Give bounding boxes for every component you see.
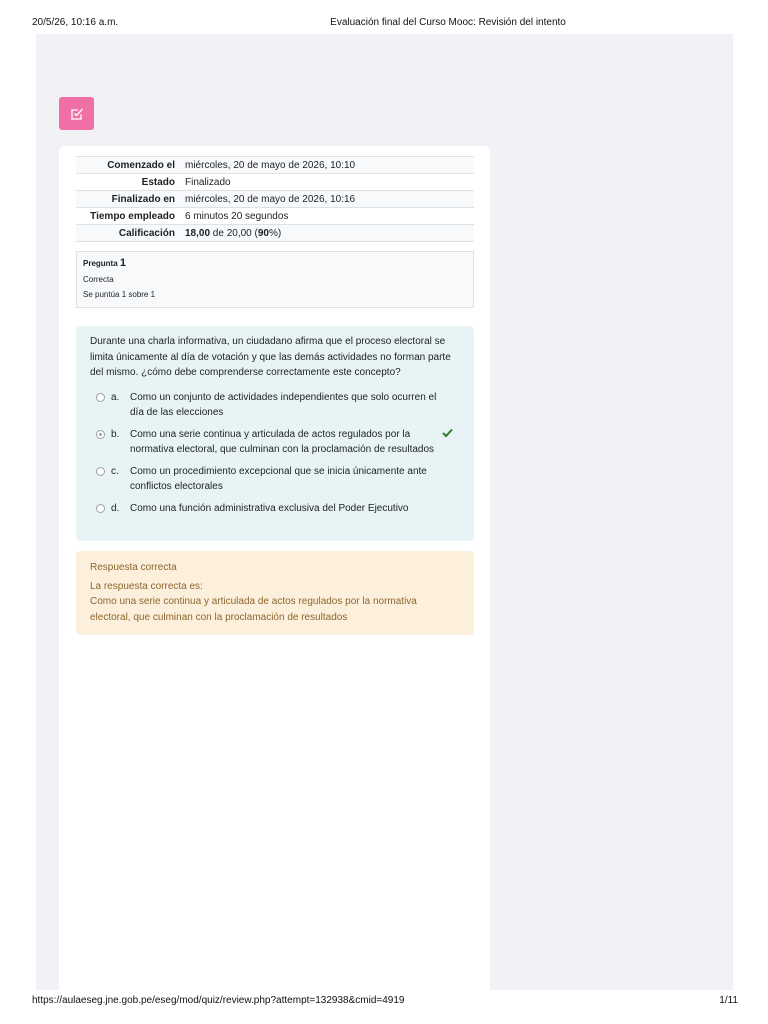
radio-button[interactable] <box>96 392 105 402</box>
radio-button[interactable] <box>96 503 105 513</box>
print-url: https://aulaeseg.jne.gob.pe/eseg/mod/qui… <box>32 995 405 1006</box>
grade-suffix: %) <box>268 227 282 239</box>
print-title: Evaluación final del Curso Mooc: Revisió… <box>330 17 566 28</box>
question-label: Pregunta <box>83 259 118 268</box>
summary-label: Estado <box>141 176 175 188</box>
answer-option-b: b. Como una serie continua y articulada … <box>90 427 460 458</box>
grade-percent: 90 <box>257 227 269 239</box>
question-text: Durante una charla informativa, un ciuda… <box>90 336 451 378</box>
answer-letter: a. <box>111 391 120 403</box>
answer-option-d: d. Como una función administrativa exclu… <box>90 501 460 517</box>
question-number: 1 <box>119 257 127 269</box>
question-info: Pregunta 1 Correcta Se puntúa 1 sobre 1 <box>76 251 474 308</box>
summary-value: miércoles, 20 de mayo de 2026, 10:16 <box>185 193 356 205</box>
summary-label: Tiempo empleado <box>90 210 175 222</box>
summary-value: Finalizado <box>185 176 231 188</box>
answer-letter: d. <box>111 502 120 514</box>
summary-row-grade: Calificación 18,00 de 20,00 (90%) <box>76 224 474 242</box>
grade-score: 18,00 <box>185 227 211 239</box>
radio-button-selected[interactable] <box>96 429 105 439</box>
feedback-right-answer-label: La respuesta correcta es: <box>90 580 203 592</box>
feedback-right-answer: Como una serie continua y articulada de … <box>90 596 417 623</box>
summary-value: miércoles, 20 de mayo de 2026, 10:10 <box>185 159 356 171</box>
correct-check-icon <box>442 428 453 444</box>
summary-row: Comenzado el miércoles, 20 de mayo de 20… <box>76 156 474 174</box>
question-formulation: Durante una charla informativa, un ciuda… <box>76 326 474 541</box>
summary-value: 6 minutos 20 segundos <box>185 210 289 222</box>
answer-letter: b. <box>111 428 120 440</box>
summary-label: Comenzado el <box>107 159 175 171</box>
summary-row: Finalizado en miércoles, 20 de mayo de 2… <box>76 190 474 208</box>
feedback-result: Respuesta correcta <box>90 562 177 573</box>
answer-text: Como un conjunto de actividades independ… <box>130 391 437 419</box>
summary-row: Tiempo empleado 6 minutos 20 segundos <box>76 207 474 225</box>
grade-value: 18,00 de 20,00 (90%) <box>180 225 474 242</box>
radio-button[interactable] <box>96 466 105 476</box>
print-header: 20/5/26, 10:16 a.m. Evaluación final del… <box>0 17 768 31</box>
grade-rest: de 20,00 ( <box>210 227 258 239</box>
page-number: 1/11 <box>719 995 738 1006</box>
question-grade: Se puntúa 1 sobre 1 <box>83 290 156 299</box>
summary-row: Estado Finalizado <box>76 173 474 191</box>
feedback-box: Respuesta correcta La respuesta correcta… <box>76 551 474 635</box>
question-state: Correcta <box>83 275 114 284</box>
answer-text: Como una función administrativa exclusiv… <box>130 502 409 514</box>
answer-text: Como un procedimiento excepcional que se… <box>130 465 427 493</box>
grade-label: Calificación <box>118 227 175 239</box>
answer-option-c: c. Como un procedimiento excepcional que… <box>90 464 460 495</box>
answer-option-a: a. Como un conjunto de actividades indep… <box>90 390 460 421</box>
checkbox-edit-icon <box>70 108 83 120</box>
answer-list: a. Como un conjunto de actividades indep… <box>90 390 460 517</box>
answer-text: Como una serie continua y articulada de … <box>130 428 435 456</box>
quiz-icon <box>59 97 94 130</box>
print-footer: https://aulaeseg.jne.gob.pe/eseg/mod/qui… <box>0 995 768 1009</box>
answer-letter: c. <box>111 465 119 477</box>
summary-label: Finalizado en <box>111 193 175 205</box>
attempt-summary-table: Comenzado el miércoles, 20 de mayo de 20… <box>76 156 474 242</box>
